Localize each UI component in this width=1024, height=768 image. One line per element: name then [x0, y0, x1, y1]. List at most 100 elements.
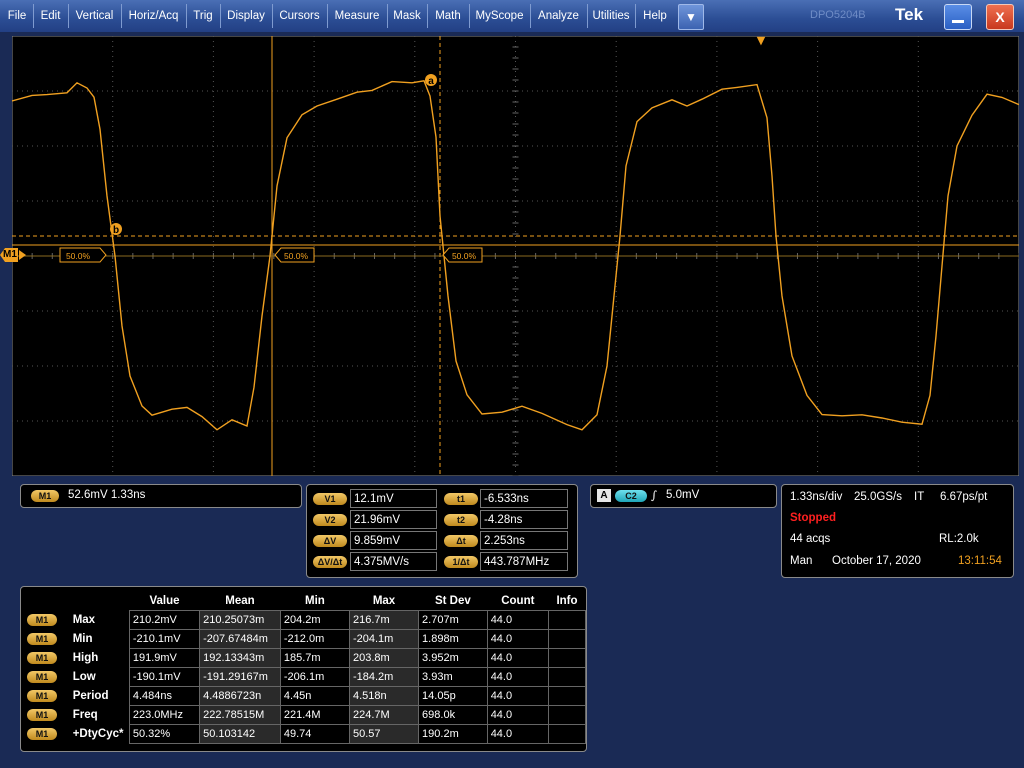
m1-scale-text: 52.6mV 1.33ns [68, 489, 146, 501]
header-stdev: St Dev [434, 594, 471, 607]
menu-analyze[interactable]: Analyze [531, 0, 586, 32]
menu-display[interactable]: Display [221, 0, 271, 32]
measurement-cell: 2.707m [418, 610, 488, 630]
m1-scale-panel[interactable]: M1 52.6mV 1.33ns [20, 484, 302, 508]
cursor-b-label: b [113, 225, 119, 236]
measurement-channel-badge: M1 [27, 668, 70, 687]
measurement-cell [547, 686, 587, 706]
measurement-name: Low [72, 671, 96, 683]
measurement-cell: 49.74 [279, 724, 350, 744]
measurement-cell: 224.7M [348, 705, 420, 725]
measurement-cell: 221.4M [279, 705, 350, 725]
trigger-position-marker[interactable]: ▼ [757, 36, 766, 47]
measurement-cell: 203.8m [348, 648, 420, 668]
trigger-panel[interactable]: A C2 ∫ 5.0mV [590, 484, 777, 508]
trigger-slope-icon: ∫ [651, 488, 657, 502]
menu-vertical[interactable]: Vertical [69, 0, 120, 32]
measurement-cell: 14.05p [418, 686, 488, 706]
menu-trig[interactable]: Trig [187, 0, 219, 32]
measurement-cell: 44.0 [486, 610, 549, 630]
measurement-row[interactable]: M1 Max 210.2mV 210.25073m 204.2m 216.7m 2.707m… [27, 610, 587, 630]
measurement-cell: 190.2m [418, 724, 488, 744]
menu-help[interactable]: Help [636, 0, 674, 32]
measurement-row[interactable]: M1 Min -210.1mV -207.67484m -212.0m -204.1m 1.… [27, 629, 587, 649]
model-name: DPO5204B [810, 9, 866, 21]
m1-reference-label: M1 [3, 249, 17, 260]
close-button[interactable]: X [986, 4, 1014, 30]
cursor-delta-t-value: 2.253ns [480, 531, 568, 550]
cursor-delta-v-value: 9.859mV [350, 531, 437, 550]
menu-horiz-acq[interactable]: Horiz/Acq [122, 0, 185, 32]
cursor-row: ΔV 9.859mV Δt 2.253ns [307, 531, 577, 552]
measurement-row[interactable]: M1 +DtyCyc* 50.32% 50.103142 49.74 50.57 190.2… [27, 724, 587, 744]
menu-math[interactable]: Math [428, 0, 468, 32]
measurement-cell: 44.0 [486, 667, 549, 687]
measurement-cell: 192.13343m [199, 648, 281, 668]
menu-mask[interactable]: Mask [388, 0, 426, 32]
measurement-row[interactable]: M1 Period 4.484ns 4.4886723n 4.45n 4.518n 14.0… [27, 686, 587, 706]
measurement-cell [547, 648, 587, 668]
title-area: DPO5204B Tek [710, 0, 940, 32]
svg-text:50.0%: 50.0% [284, 251, 309, 261]
measurement-panel[interactable]: Value Mean Min Max St Dev Count Info M1 M… [20, 586, 587, 752]
measurement-cell: 44.0 [486, 648, 549, 668]
measurement-cell: -212.0m [279, 629, 350, 649]
measurement-cell: 698.0k [418, 705, 488, 725]
acquisition-mode: IT [914, 491, 925, 503]
cursor-row: V1 12.1mV t1 -6.533ns [307, 489, 577, 510]
header-info: Info [556, 594, 578, 607]
cursor-readout-panel[interactable]: V1 12.1mV t1 -6.533ns V2 21.96mV t2 -4.28ns ΔV 9.… [306, 484, 578, 578]
measurement-row[interactable]: M1 Low -190.1mV -191.29167m -206.1m -184.2m 3.… [27, 667, 587, 687]
header-max: Max [372, 594, 396, 607]
cursor-delta-v-over-delta-t-value: 4.375MV/s [350, 552, 437, 571]
cursor-inverse-delta-t-badge: 1/Δt [444, 556, 478, 568]
menu-myscope[interactable]: MyScope [470, 0, 529, 32]
menu-cursors[interactable]: Cursors [273, 0, 326, 32]
measurement-cell: 210.2mV [128, 610, 201, 630]
cursor-t1-value: -6.533ns [480, 489, 568, 508]
measurement-cell: 4.484ns [128, 686, 201, 706]
cursor-row: ΔV/Δt 4.375MV/s 1/Δt 443.787MHz [307, 552, 577, 573]
measurement-cell [547, 629, 587, 649]
cursor-inverse-delta-t-value: 443.787MHz [480, 552, 568, 571]
timebase: 1.33ns/div [790, 491, 843, 503]
measurement-cell: 191.9mV [128, 648, 201, 668]
cursor-delta-t-badge: Δt [444, 535, 478, 547]
cursor-v1-badge: V1 [313, 493, 347, 505]
trigger-level: 5.0mV [666, 489, 700, 501]
measurement-row[interactable]: M1 Freq 223.0MHz 222.78515M 221.4M 224.7M 698.… [27, 705, 587, 725]
trigger-mode-badge: A [597, 489, 611, 502]
measurement-cell [547, 667, 587, 687]
measurement-row[interactable]: M1 High 191.9mV 192.13343m 185.7m 203.8m 3.952… [27, 648, 587, 668]
m1-badge: M1 [31, 490, 59, 502]
measurement-cell: 3.952m [418, 648, 488, 668]
measurement-name: Max [72, 614, 96, 626]
measurement-cell: -206.1m [279, 667, 350, 687]
menu-edit[interactable]: Edit [34, 0, 67, 32]
tek-logo: Tek [895, 5, 924, 24]
measurement-cell: 44.0 [486, 686, 549, 706]
measurement-cell: 223.0MHz [128, 705, 201, 725]
measurement-cell: 50.57 [348, 724, 420, 744]
cursor-v1-value: 12.1mV [350, 489, 437, 508]
measurement-cell [547, 610, 587, 630]
measurement-channel-badge: M1 [27, 706, 70, 725]
menu-measure[interactable]: Measure [328, 0, 386, 32]
minimize-button[interactable] [944, 4, 972, 30]
cursor-delta-v-badge: ΔV [313, 535, 347, 547]
m1-reference-marker[interactable]: M1 [0, 248, 26, 262]
measurement-cell [547, 724, 587, 744]
measurement-cell: 44.0 [486, 724, 549, 744]
menu-file[interactable]: File [2, 0, 32, 32]
header-count: Count [501, 594, 535, 607]
header-value: Value [149, 594, 180, 607]
measurement-name: +DtyCyc* [72, 728, 124, 740]
time-per-point: 6.67ps/pt [940, 491, 988, 503]
measurement-cell: -191.29167m [199, 667, 281, 687]
waveform-display[interactable]: a b 50.0% 50.0% 50.0% ▼ [12, 36, 1019, 476]
acquisition-panel[interactable]: 1.33ns/div 25.0GS/s IT 6.67ps/pt Stopped… [781, 484, 1014, 578]
menu-dropdown-button[interactable]: ▼ [678, 4, 704, 30]
cursor-t2-value: -4.28ns [480, 510, 568, 529]
menu-utilities[interactable]: Utilities [588, 0, 634, 32]
record-length: RL:2.0k [939, 533, 979, 545]
